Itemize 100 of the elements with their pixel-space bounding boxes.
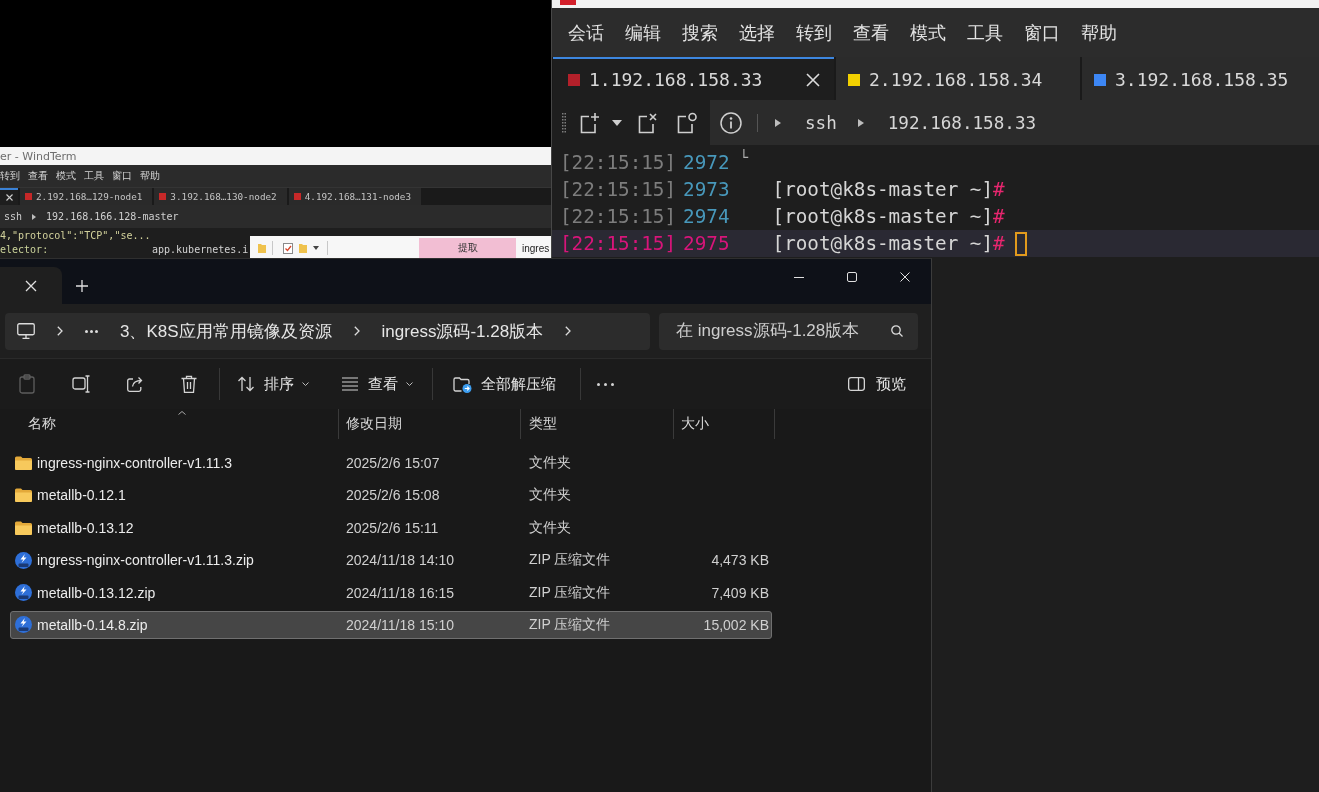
menu-item[interactable]: 搜索 [682,20,718,45]
text-box-cursor-icon[interactable] [72,374,90,394]
grip-icon[interactable] [562,112,566,133]
close-icon[interactable] [25,279,37,292]
breadcrumb-item[interactable]: 192.168.158.33 [887,112,1037,133]
menu-item[interactable]: 工具 [967,20,1003,45]
sort-button[interactable]: 排序 [229,366,317,402]
file-type: ZIP 压缩文件 [529,551,611,570]
file-name: ingress-nginx-controller-v1.11.3.zip [37,552,254,569]
close-icon[interactable] [900,272,910,282]
extract-all-button[interactable]: 全部解压缩 [445,366,564,402]
folder-icon [15,456,32,470]
lightning-circle-icon [15,584,32,602]
caret-icon[interactable] [313,246,319,250]
chevron-right-icon[interactable] [353,326,360,336]
trash-icon[interactable] [180,374,198,394]
prompt-text: [root@k8s-master ~] [772,232,994,255]
file-type: ZIP 压缩文件 [529,583,611,602]
box-arrow-icon[interactable] [126,375,144,393]
sort-caret-icon [178,411,186,415]
modified-date: 2024/11/18 15:10 [346,616,454,633]
square-plus-icon[interactable] [578,111,600,134]
breadcrumb-item[interactable]: 192.168.166.128-master [46,211,179,222]
breadcrumb-bar[interactable]: 3、K8S应用常用镜像及资源 ingress源码-1.28版本 [5,312,650,350]
file-row[interactable]: metallb-0.14.8.zip 2024/11/18 15:10 ZIP 压缩文件 15,002 KB [10,610,772,639]
menu-item[interactable]: 工具 [84,169,104,183]
maximize-icon[interactable] [847,272,857,282]
breadcrumb-item[interactable]: ingress源码-1.28版本 [381,319,544,343]
prompt-symbol: # [993,205,1005,228]
chevron-right-icon[interactable] [57,326,63,336]
column-header[interactable]: 名称 [10,409,339,439]
search-field[interactable]: 在 ingress源码-1.28版本 [659,312,918,350]
computer-icon[interactable] [17,323,35,339]
code-text: app.kubernetes.i [152,243,249,257]
caret-icon[interactable] [857,118,864,127]
tab[interactable]: 4.192.168…131-node3 [288,188,422,205]
menu-item[interactable]: 选择 [739,20,775,45]
file-row[interactable]: metallb-0.13.12.zip 2024/11/18 16:15 ZIP 压缩文件 7,409 KB [10,578,772,607]
extract-button[interactable]: 提取 [419,238,516,258]
more-icon[interactable] [596,382,614,386]
tab[interactable]: 1.192.168.158.33 [553,57,834,100]
menu-item[interactable]: 查看 [28,169,48,183]
split-panel-icon [848,377,865,391]
file-row[interactable]: metallb-0.12.1 2025/2/6 15:08 文件夹 [10,481,772,510]
caret-icon [302,382,309,386]
modified-date: 2025/2/6 15:07 [346,455,440,471]
close-icon[interactable] [6,194,13,201]
square-x-icon[interactable] [636,111,658,134]
caret-icon[interactable] [612,119,622,126]
caret-icon [406,382,413,386]
more-icon[interactable] [85,329,98,333]
breadcrumb-item[interactable]: 3、K8S应用常用镜像及资源 [120,319,332,343]
search-icon[interactable] [891,325,903,337]
file-type: ZIP 压缩文件 [529,615,611,634]
file-name: metallb-0.14.8.zip [37,616,148,633]
menu-item[interactable]: 会话 [568,20,604,45]
breadcrumb-item[interactable]: ssh [4,211,23,222]
file-row[interactable]: ingress-nginx-controller-v1.11.3 2025/2/6 15:07 文件夹 [10,449,772,477]
menu-item[interactable]: 帮助 [1081,20,1117,45]
file-name: metallb-0.13.12.zip [37,584,156,601]
plus-icon[interactable] [76,280,88,292]
lightning-circle-icon [15,616,32,634]
app-icon [560,0,576,5]
tab[interactable]: 2.192.168.158.34 [836,57,1080,100]
checkbox-icon[interactable] [283,242,293,254]
menu-item[interactable]: 窗口 [112,169,132,183]
menu-item[interactable]: 转到 [0,169,20,183]
column-header[interactable]: 大小 [674,409,775,439]
info-icon[interactable] [720,111,742,134]
line-number: 2975 [683,232,730,255]
column-header[interactable]: 类型 [521,409,674,439]
square-circle-icon[interactable] [675,111,697,134]
tab[interactable] [0,188,18,205]
close-icon[interactable] [806,72,820,87]
column-header[interactable]: 修改日期 [339,409,521,439]
file-row[interactable]: metallb-0.13.12 2025/2/6 15:11 文件夹 [10,513,772,542]
menu-item[interactable]: 编辑 [625,20,661,45]
chevron-right-icon[interactable] [565,326,572,336]
minimize-icon[interactable] [794,276,804,278]
prompt-text: [root@k8s-master ~] [772,178,994,201]
file-size: 7,409 KB [711,584,769,601]
tab[interactable]: 2.192.168…129-node1 [20,188,153,205]
view-button[interactable]: 查看 [333,366,421,402]
menu-item[interactable]: 查看 [853,20,889,45]
caret-icon[interactable] [775,118,781,127]
menu-item[interactable]: 转到 [796,20,832,45]
menu-item[interactable]: 模式 [910,20,946,45]
preview-button[interactable]: 预览 [840,366,914,402]
modified-date: 2025/2/6 15:08 [346,487,440,504]
file-row[interactable]: ingress-nginx-controller-v1.11.3.zip 2024/11/18 14:10 ZIP 压缩文件 4,473 KB [10,546,772,575]
menu-item[interactable]: 模式 [56,169,76,183]
folder-arrow-icon [453,375,472,393]
tab[interactable]: 3.192.168.158.35 [1082,57,1319,100]
menu-item[interactable]: 帮助 [140,169,160,183]
breadcrumb-item[interactable]: ssh [805,112,837,133]
menu-item[interactable]: 窗口 [1024,20,1060,45]
prompt-symbol: # [993,178,1005,201]
line-number: 2973 [683,178,730,201]
window-title: er - WindTerm [0,149,77,163]
tab[interactable]: 3.192.168…130-node2 [154,188,287,205]
